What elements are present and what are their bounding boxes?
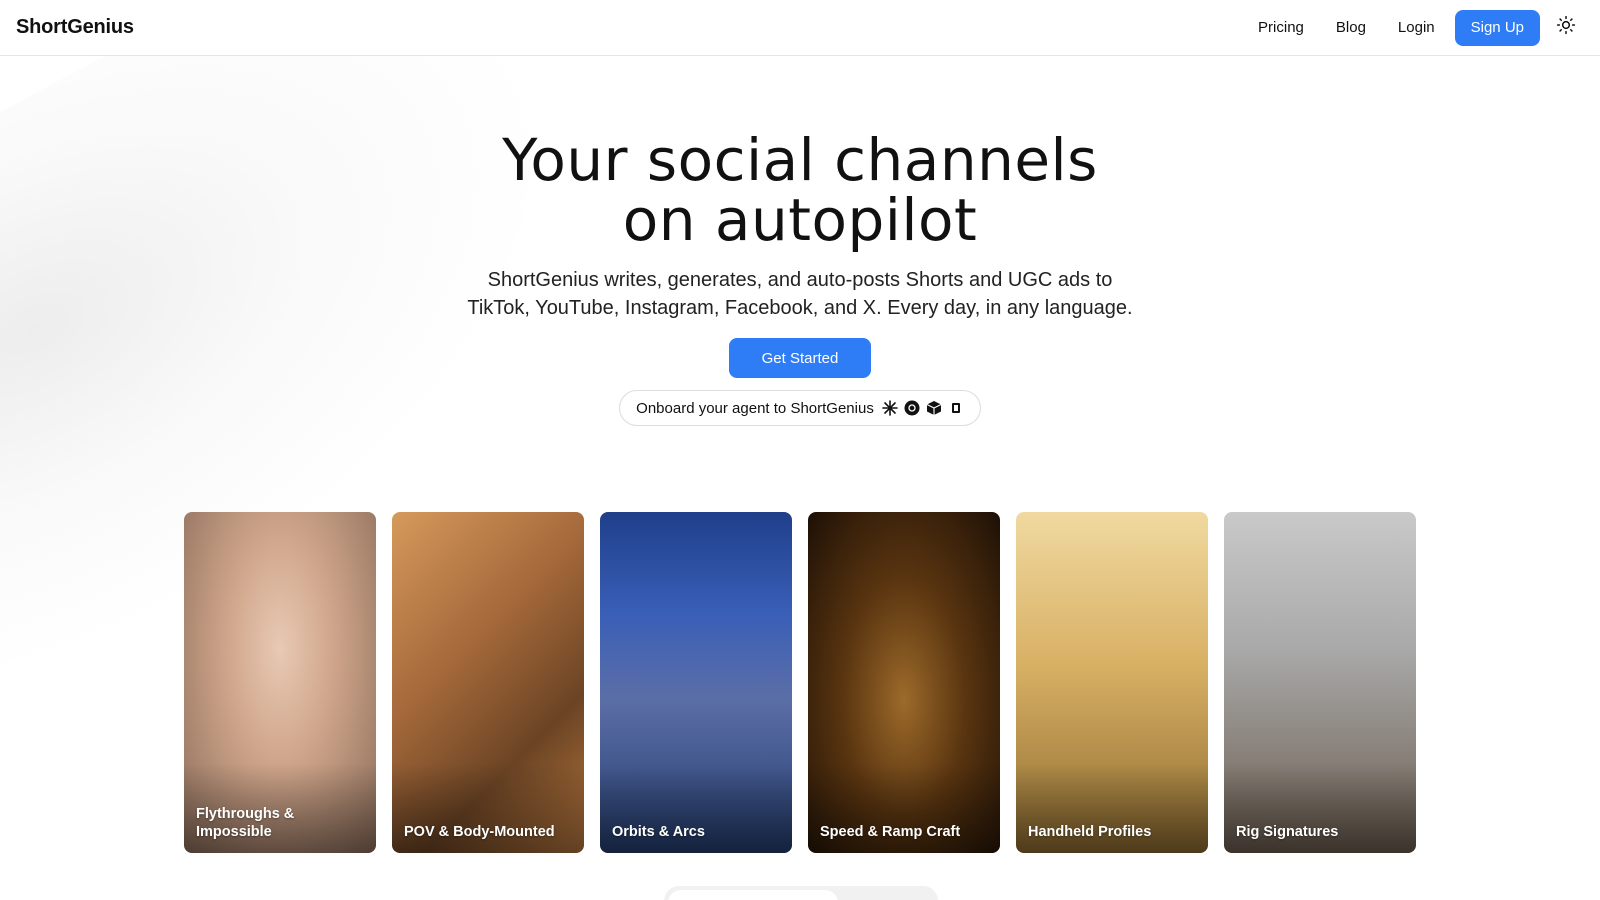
nav-blog-link[interactable]: Blog [1320,19,1382,36]
card-label: POV & Body-Mounted [404,824,555,840]
bottom-segmented-control[interactable] [664,886,938,900]
showcase-cards: Flythroughs & Impossible POV & Body-Moun… [184,512,1416,853]
sun-icon [1556,15,1576,40]
card-label: Rig Signatures [1236,824,1339,840]
asterisk-spark-icon [882,400,898,416]
hero-subtitle-line-2: TikTok, YouTube, Instagram, Facebook, an… [467,297,1133,319]
top-navigation-bar: ShortGenius Pricing Blog Login Sign Up [0,0,1600,56]
showcase-card[interactable]: Handheld Profiles [1016,512,1208,853]
square-icon [948,400,964,416]
card-label: Flythroughs & Impossible [196,806,295,840]
hero-subtitle-line-1: ShortGenius writes, generates, and auto-… [487,269,1113,291]
main-nav: Pricing Blog Login Sign Up [1242,9,1584,46]
card-label: Orbits & Arcs [612,824,705,840]
openai-icon [904,400,920,416]
sign-up-button[interactable]: Sign Up [1454,9,1540,46]
hero-title-line-1: Your social channels [502,126,1098,194]
card-label: Handheld Profiles [1028,824,1152,840]
onboard-agent-pill[interactable]: Onboard your agent to ShortGenius [619,390,981,426]
cube-icon [926,400,942,416]
showcase-card[interactable]: Flythroughs & Impossible [184,512,376,853]
card-label: Speed & Ramp Craft [820,824,961,840]
theme-toggle-button[interactable] [1548,10,1584,46]
hero-title-line-2: on autopilot [622,186,978,254]
hero-title: Your social channels on autopilot [0,130,1600,250]
showcase-card[interactable]: POV & Body-Mounted [392,512,584,853]
agent-icons [882,400,964,416]
showcase-card[interactable]: Rig Signatures [1224,512,1416,853]
nav-pricing-link[interactable]: Pricing [1242,19,1320,36]
get-started-button[interactable]: Get Started [729,338,871,378]
onboard-agent-label: Onboard your agent to ShortGenius [636,399,874,417]
showcase-card[interactable]: Orbits & Arcs [600,512,792,853]
segment-active[interactable] [668,890,838,900]
showcase-card[interactable]: Speed & Ramp Craft [808,512,1000,853]
hero-section: Your social channels on autopilot ShortG… [0,130,1600,426]
hero-subtitle: ShortGenius writes, generates, and auto-… [0,266,1600,322]
nav-login-link[interactable]: Login [1382,19,1451,36]
brand-logo[interactable]: ShortGenius [16,16,134,39]
